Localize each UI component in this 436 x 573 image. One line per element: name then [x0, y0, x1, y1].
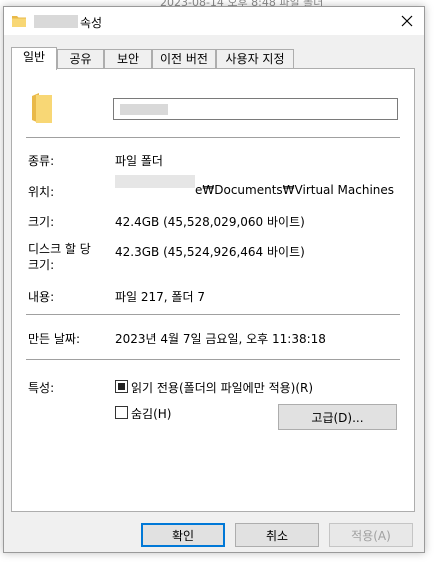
title-bar: 속성	[4, 7, 424, 35]
contents-label: 내용:	[28, 290, 55, 304]
created-label: 만든 날짜:	[28, 332, 81, 346]
hidden-label: 숨김(H)	[131, 407, 172, 421]
readonly-label: 읽기 전용(폴더의 파일에만 적용)(R)	[131, 381, 314, 395]
advanced-button[interactable]: 고급(D)...	[278, 404, 397, 430]
size-label: 크기:	[28, 215, 55, 229]
large-folder-icon	[32, 93, 52, 126]
disk-size-value: 42.3GB (45,524,926,464 바이트)	[115, 245, 305, 259]
tab-previous-versions[interactable]: 이전 버전	[152, 49, 216, 69]
tab-customize[interactable]: 사용자 지정	[216, 49, 294, 69]
location-redacted	[115, 175, 195, 188]
indeterminate-mark	[118, 383, 125, 390]
separator	[26, 359, 400, 360]
apply-button[interactable]: 적용(A)	[329, 523, 413, 547]
location-label: 위치:	[28, 185, 55, 199]
folder-name-redacted	[34, 15, 78, 28]
contents-value: 파일 217, 폴더 7	[115, 290, 205, 304]
folder-name-input[interactable]	[113, 98, 398, 120]
location-value: e₩Documents₩Virtual Machines	[195, 183, 395, 197]
folder-icon	[12, 14, 26, 30]
properties-dialog: 속성 일반 공유 보안 이전 버전 사용자 지정 종류: 파일 폴더 위치: e…	[3, 6, 425, 553]
cancel-button[interactable]: 취소	[235, 523, 319, 547]
separator	[26, 137, 400, 138]
created-value: 2023년 4월 7일 금요일, 오후 11:38:18	[115, 332, 326, 346]
tab-security[interactable]: 보안	[104, 49, 152, 69]
separator	[26, 314, 400, 315]
tab-sharing[interactable]: 공유	[57, 49, 104, 69]
close-button[interactable]	[390, 7, 424, 35]
folder-name-value-redacted	[120, 104, 168, 115]
hidden-checkbox[interactable]	[115, 406, 128, 419]
readonly-checkbox[interactable]	[115, 380, 128, 393]
ok-button[interactable]: 확인	[141, 523, 225, 547]
window-title: 속성	[80, 16, 103, 30]
close-icon	[401, 15, 413, 27]
type-label: 종류:	[28, 154, 55, 168]
general-panel: 종류: 파일 폴더 위치: e₩Documents₩Virtual Machin…	[11, 68, 415, 512]
attributes-label: 특성:	[28, 381, 55, 395]
disk-size-label: 디스크 할 당 크기:	[28, 242, 91, 272]
tab-general[interactable]: 일반	[11, 47, 57, 70]
type-value: 파일 폴더	[115, 154, 163, 168]
size-value: 42.4GB (45,528,029,060 바이트)	[115, 215, 305, 229]
